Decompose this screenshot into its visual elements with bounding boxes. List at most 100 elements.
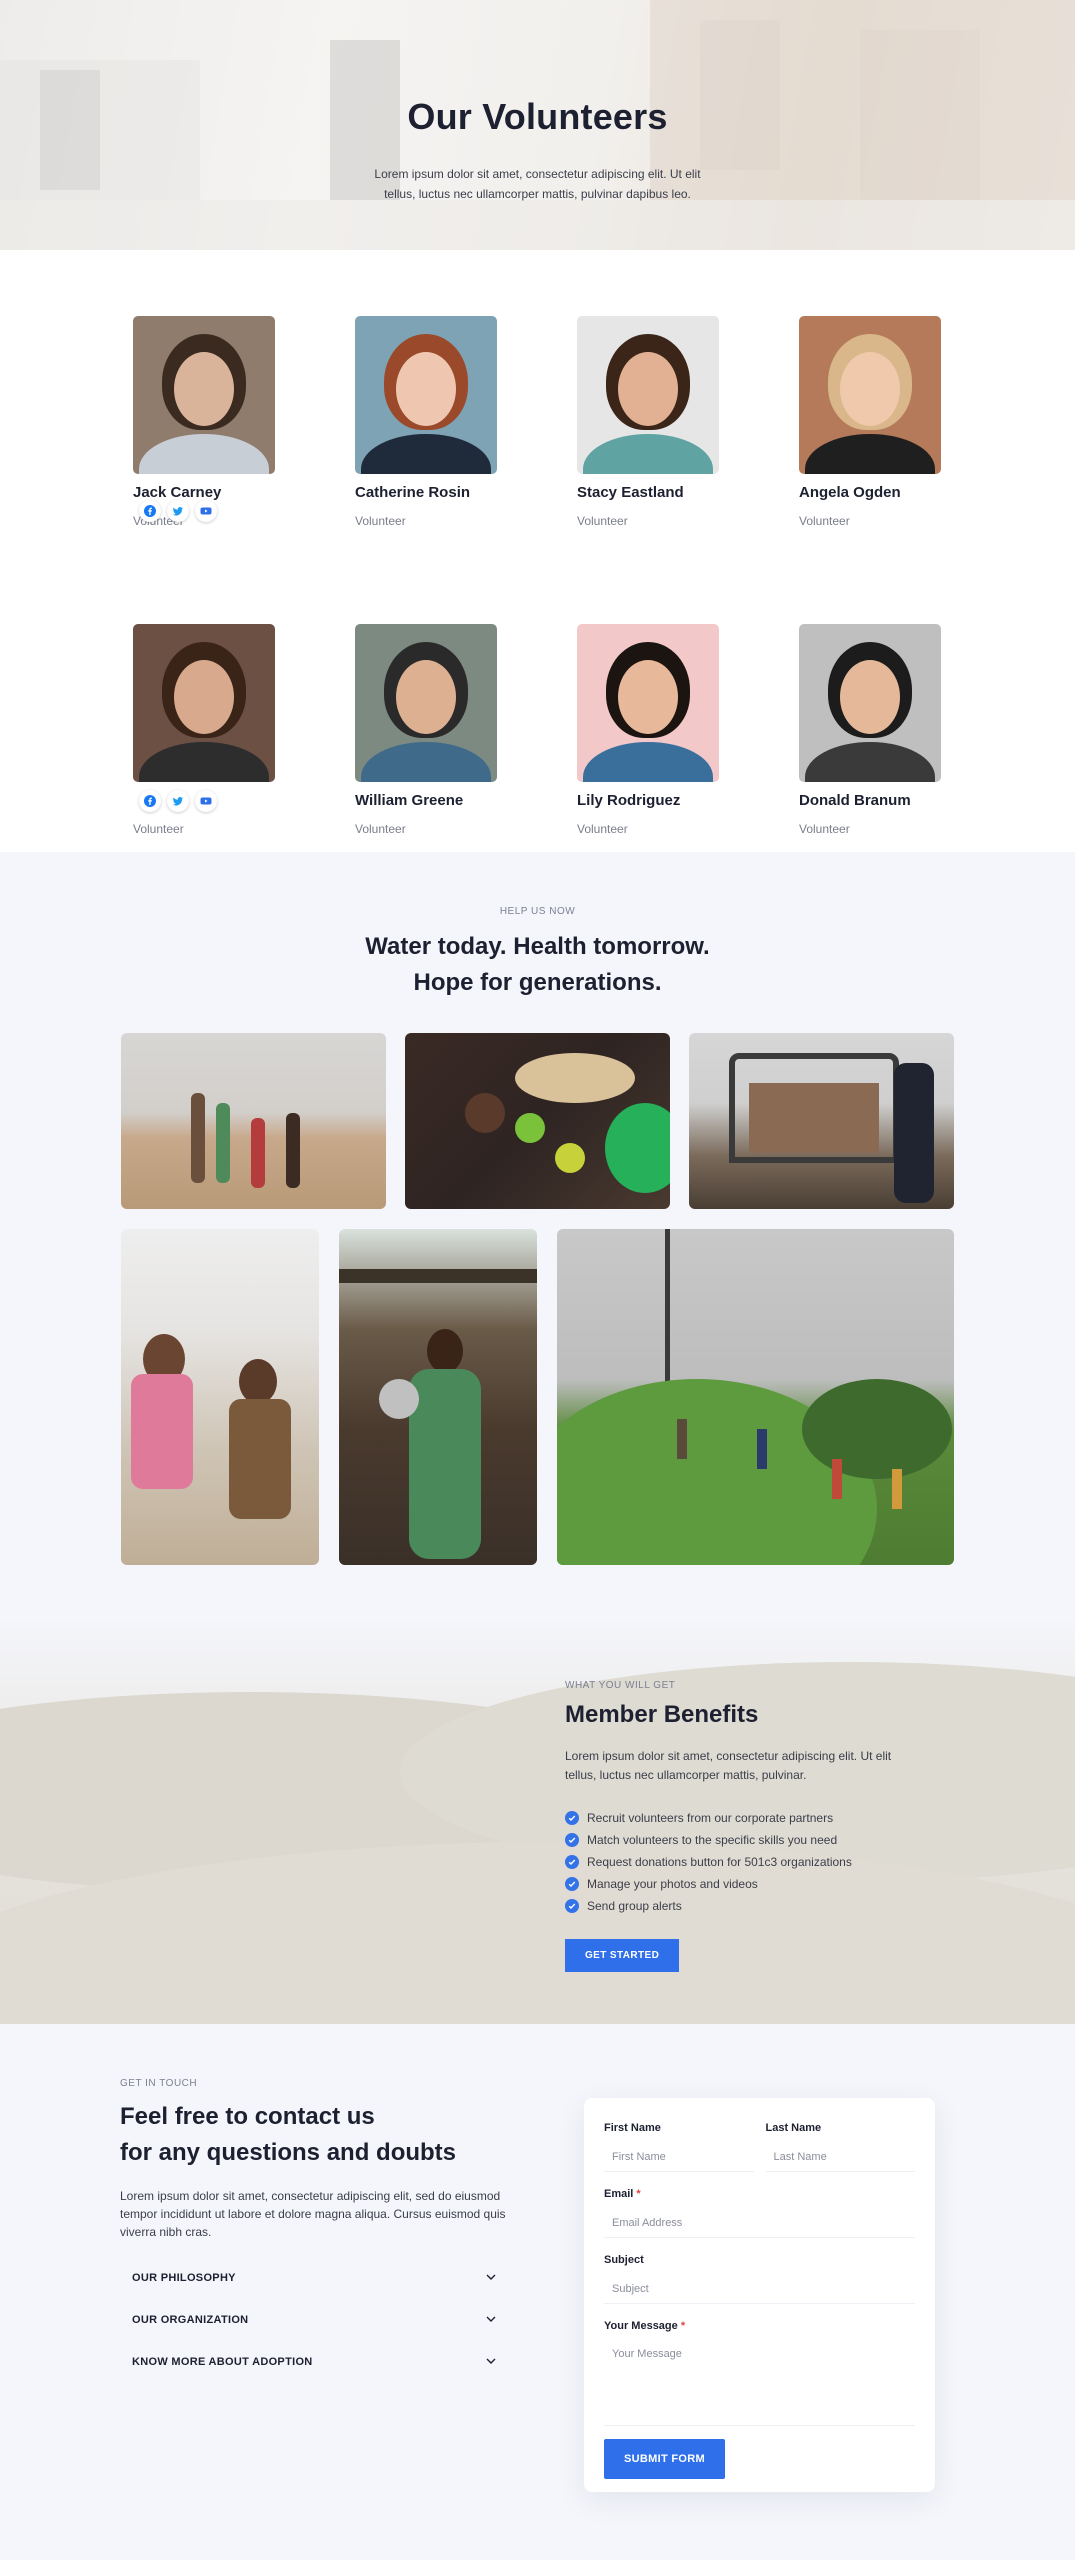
email-label: Email *: [604, 2188, 641, 2200]
youtube-icon[interactable]: [195, 790, 217, 812]
hero-section: Our Volunteers Lorem ipsum dolor sit ame…: [0, 0, 1075, 250]
accordion-item[interactable]: OUR ORGANIZATION: [120, 2299, 510, 2341]
required-mark: *: [680, 2320, 686, 2332]
benefit-item: Manage your photos and videos: [565, 1873, 905, 1895]
benefits-description: Lorem ipsum dolor sit amet, consectetur …: [565, 1749, 892, 1782]
volunteer-role: Volunteer: [799, 822, 850, 836]
volunteer-photo[interactable]: [799, 624, 941, 782]
accordion-title: OUR ORGANIZATION: [132, 2314, 249, 2326]
benefit-text: Manage your photos and videos: [587, 1877, 758, 1891]
contact-section: GET IN TOUCH Feel free to contact us for…: [0, 2024, 1075, 2560]
benefit-text: Recruit volunteers from our corporate pa…: [587, 1811, 834, 1825]
volunteer-card[interactable]: Jack Carney Volunteer: [133, 316, 275, 528]
volunteer-card[interactable]: Catherine Rosin Volunteer: [355, 316, 497, 528]
subject-input[interactable]: [604, 2274, 915, 2304]
contact-title-line1: Feel free to contact us: [120, 2103, 375, 2130]
check-icon: [565, 1855, 579, 1869]
chevron-down-icon: [484, 2312, 498, 2329]
social-links: [139, 500, 217, 522]
benefits-list: Recruit volunteers from our corporate pa…: [565, 1807, 905, 1917]
volunteer-photo[interactable]: [355, 624, 497, 782]
gallery-photo-truck[interactable]: [689, 1033, 954, 1209]
chevron-down-icon: [484, 2270, 498, 2287]
benefit-text: Match volunteers to the specific skills …: [587, 1833, 838, 1847]
volunteer-card[interactable]: Angela Ogden Volunteer: [799, 316, 941, 528]
volunteer-role: Volunteer: [133, 822, 184, 836]
volunteer-name: Angela Ogden: [799, 484, 901, 501]
message-textarea[interactable]: [604, 2340, 915, 2426]
gallery-photo-children-field[interactable]: [121, 1033, 386, 1209]
accordion-title: KNOW MORE ABOUT ADOPTION: [132, 2356, 313, 2368]
accordion-item[interactable]: OUR PHILOSOPHY: [120, 2257, 510, 2299]
volunteer-role: Volunteer: [799, 514, 850, 528]
social-links: [139, 790, 217, 812]
facebook-icon[interactable]: [139, 500, 161, 522]
volunteer-photo[interactable]: [577, 624, 719, 782]
faq-accordion: OUR PHILOSOPHY OUR ORGANIZATION KNOW MORE …: [120, 2257, 510, 2383]
volunteer-card[interactable]: Donald Branum Volunteer: [799, 624, 941, 836]
benefit-item: Send group alerts: [565, 1895, 905, 1917]
check-icon: [565, 1877, 579, 1891]
subject-label: Subject: [604, 2254, 644, 2266]
get-started-button[interactable]: GET STARTED: [565, 1939, 680, 1972]
gallery-photo-mother-child[interactable]: [339, 1229, 537, 1565]
volunteer-name: Stacy Eastland: [577, 484, 684, 501]
volunteer-card[interactable]: Rebecca RayVolunteer: [133, 624, 275, 836]
required-mark: *: [636, 2188, 641, 2200]
submit-form-button[interactable]: SUBMIT FORM: [604, 2439, 725, 2479]
volunteer-name: Donald Branum: [799, 792, 911, 809]
benefit-item: Request donations button for 501c3 organ…: [565, 1851, 905, 1873]
accordion-title: OUR PHILOSOPHY: [132, 2272, 236, 2284]
help-section: HELP US NOW Water today. Health tomorrow…: [0, 852, 1075, 1622]
photo-gallery: [121, 1033, 954, 1565]
volunteer-photo[interactable]: [133, 624, 275, 782]
twitter-icon[interactable]: [167, 790, 189, 812]
check-icon: [565, 1899, 579, 1913]
contact-title-line2: for any questions and doubts: [120, 2139, 457, 2166]
page-title: Our Volunteers: [407, 96, 668, 137]
volunteer-card[interactable]: William Greene Volunteer: [355, 624, 497, 836]
benefit-text: Request donations button for 501c3 organ…: [587, 1855, 852, 1869]
gallery-photo-water-bottles[interactable]: [405, 1033, 670, 1209]
volunteer-card[interactable]: Stacy Eastland Volunteer: [577, 316, 719, 528]
benefit-text: Send group alerts: [587, 1899, 682, 1913]
check-icon: [565, 1833, 579, 1847]
help-eyebrow: HELP US NOW: [499, 906, 576, 917]
first-name-input[interactable]: [604, 2142, 754, 2172]
last-name-input[interactable]: [765, 2142, 915, 2172]
benefits-eyebrow: WHAT YOU WILL GET: [565, 1680, 676, 1691]
volunteer-role: Volunteer: [577, 822, 628, 836]
email-input[interactable]: [604, 2208, 915, 2238]
contact-eyebrow: GET IN TOUCH: [120, 2078, 198, 2089]
volunteer-photo[interactable]: [577, 316, 719, 474]
volunteer-name: Catherine Rosin: [355, 484, 471, 501]
volunteer-name: William Greene: [355, 792, 464, 809]
volunteers-grid: Jack Carney Volunteer Catherine Rosin Volun…: [133, 316, 943, 836]
accordion-item[interactable]: KNOW MORE ABOUT ADOPTION: [120, 2341, 510, 2383]
benefit-item: Match volunteers to the specific skills …: [565, 1829, 905, 1851]
gallery-photo-two-children[interactable]: [121, 1229, 319, 1565]
help-title: Water today. Health tomorrow. Hope for g…: [0, 929, 1075, 1001]
volunteer-photo[interactable]: [133, 316, 275, 474]
facebook-icon[interactable]: [139, 790, 161, 812]
benefits-title: Member Benefits: [565, 1701, 759, 1728]
first-name-label: First Name: [604, 2122, 661, 2134]
gallery-photo-green-hill[interactable]: [557, 1229, 954, 1565]
benefits-section: WHAT YOU WILL GET Member Benefits Lorem …: [0, 1622, 1075, 2024]
contact-description: Lorem ipsum dolor sit amet, consectetur …: [120, 2189, 506, 2239]
twitter-icon[interactable]: [167, 500, 189, 522]
volunteer-card[interactable]: Lily Rodriguez Volunteer: [577, 624, 719, 836]
volunteer-role: Volunteer: [355, 514, 406, 528]
help-title-line1: Water today. Health tomorrow.: [365, 933, 710, 960]
volunteer-photo[interactable]: [355, 316, 497, 474]
volunteers-section: Jack Carney Volunteer Catherine Rosin Volun…: [0, 250, 1075, 852]
last-name-label: Last Name: [765, 2122, 822, 2134]
contact-form: First Name Last Name Email * Subject You…: [584, 2098, 935, 2492]
chevron-down-icon: [484, 2354, 498, 2371]
youtube-icon[interactable]: [195, 500, 217, 522]
contact-title: Feel free to contact us for any question…: [120, 2099, 510, 2171]
volunteer-photo[interactable]: [799, 316, 941, 474]
volunteer-role: Volunteer: [355, 822, 406, 836]
volunteer-name: Lily Rodriguez: [577, 792, 681, 809]
volunteer-role: Volunteer: [577, 514, 628, 528]
